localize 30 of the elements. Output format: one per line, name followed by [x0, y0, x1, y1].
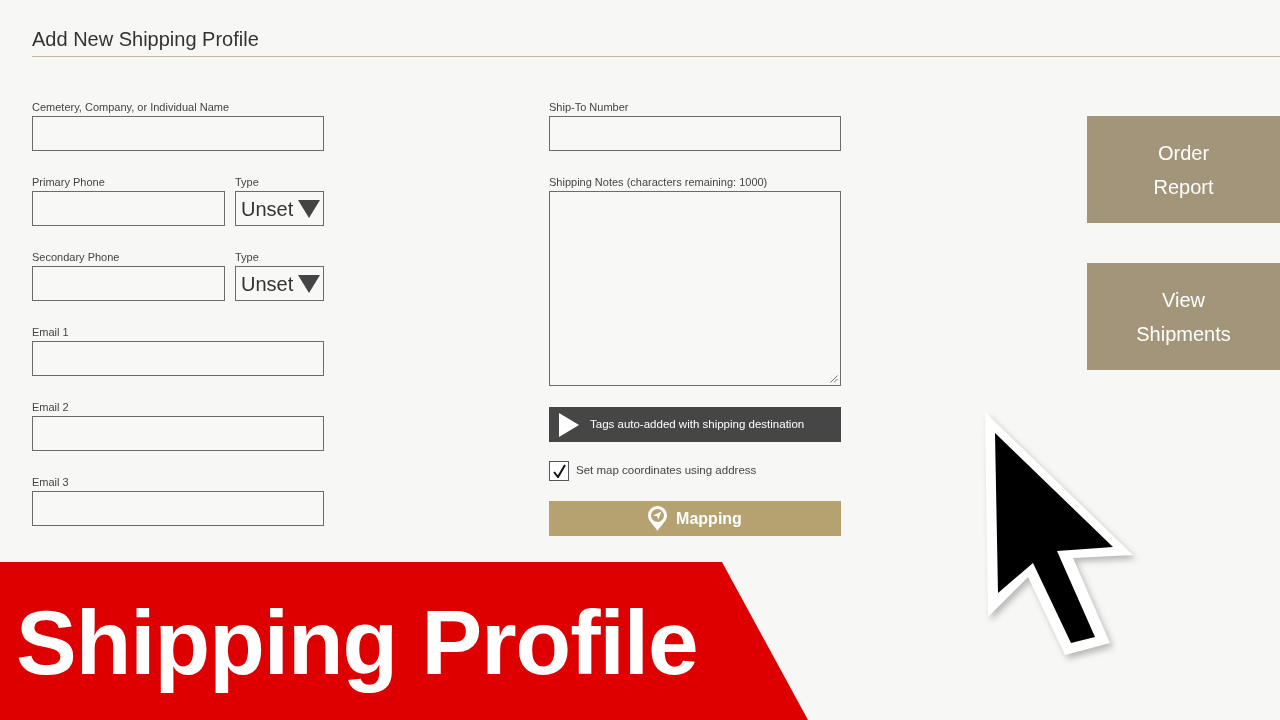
field-label: Cemetery, Company, or Individual Name: [32, 100, 231, 114]
field-label: Type: [235, 175, 260, 189]
resize-grip-icon: [830, 375, 838, 383]
checkmark-icon: [552, 464, 566, 478]
type-dropdown[interactable]: Unset: [235, 191, 324, 226]
field-label: Secondary Phone: [32, 250, 121, 264]
field-label: Email 3: [32, 475, 70, 489]
input-field[interactable]: [32, 491, 324, 526]
input-field[interactable]: [32, 116, 324, 151]
page-title: Add New Shipping Profile: [32, 26, 1280, 57]
field-label: Email 2: [32, 400, 70, 414]
input-field[interactable]: [32, 341, 324, 376]
input-field[interactable]: [549, 116, 841, 151]
phone-input-field[interactable]: [32, 191, 225, 226]
tags-expand-button[interactable]: Tags auto-added with shipping destination: [549, 407, 841, 442]
field-label: Email 1: [32, 325, 70, 339]
type-dropdown[interactable]: Unset: [235, 266, 324, 301]
banner-title: Shipping Profile: [16, 595, 698, 691]
input-field[interactable]: [32, 416, 324, 451]
field-label: Primary Phone: [32, 175, 106, 189]
field-label: Ship-To Number: [549, 100, 630, 114]
field-label: Shipping Notes (characters remaining: 1000): [549, 175, 769, 189]
phone-input-field[interactable]: [32, 266, 225, 301]
checkbox[interactable]: [549, 461, 569, 481]
field-label: Type: [235, 250, 260, 264]
caret-icon: [298, 274, 320, 293]
play-icon: [559, 412, 579, 437]
checkbox-label: Set map coordinates using address: [576, 463, 757, 479]
caret-icon: [298, 199, 320, 218]
location-pin-icon: [648, 506, 668, 531]
